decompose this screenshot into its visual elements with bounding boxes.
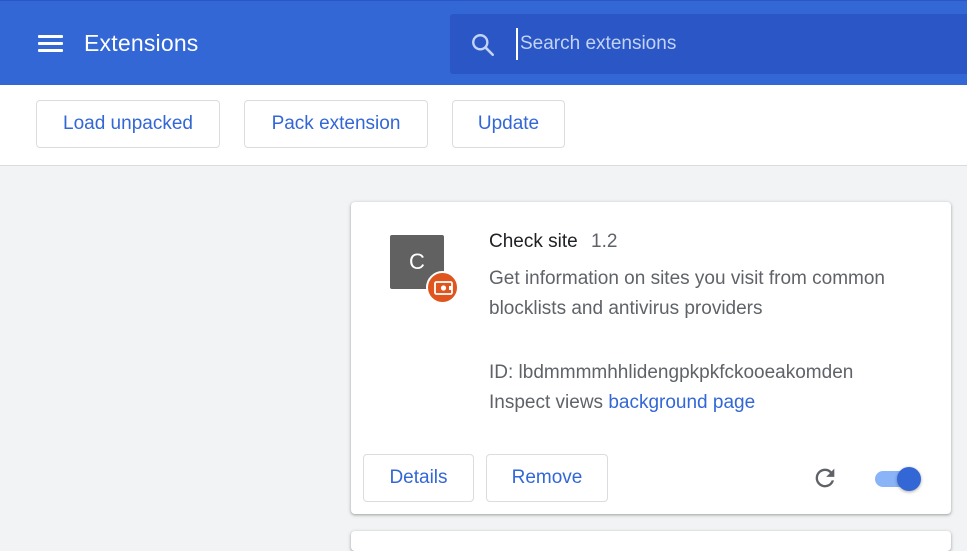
- details-button[interactable]: Details: [363, 454, 474, 502]
- developer-toolbar: Load unpacked Pack extension Update: [0, 85, 967, 166]
- extensions-header: Extensions: [0, 0, 967, 85]
- page-title: Extensions: [84, 30, 199, 56]
- extension-card: C Check site 1.2 Get information on site…: [351, 202, 951, 514]
- extension-version: 1.2: [591, 231, 618, 252]
- inspect-views: Inspect views background page: [489, 392, 755, 414]
- update-button[interactable]: Update: [452, 100, 565, 148]
- remove-button[interactable]: Remove: [486, 454, 608, 502]
- search-icon[interactable]: [470, 32, 496, 58]
- hamburger-menu-icon[interactable]: [36, 31, 64, 57]
- extension-name: Check site: [489, 231, 578, 252]
- toggle-knob: [897, 467, 921, 491]
- extension-description: Get information on sites you visit from …: [489, 268, 885, 319]
- reload-icon[interactable]: [811, 464, 839, 492]
- load-unpacked-button[interactable]: Load unpacked: [36, 100, 220, 148]
- unpacked-extension-badge-icon: [426, 271, 459, 304]
- next-extension-card: [351, 531, 951, 551]
- search-bar[interactable]: [450, 14, 967, 74]
- extension-id: ID: lbdmmmmhhlidengpkpkfckooeakomden: [489, 362, 854, 383]
- background-page-link[interactable]: background page: [608, 392, 755, 413]
- pack-extension-button[interactable]: Pack extension: [244, 100, 428, 148]
- inspect-views-label: Inspect views: [489, 392, 604, 413]
- enable-extension-toggle[interactable]: [875, 466, 921, 491]
- search-input[interactable]: [516, 28, 946, 60]
